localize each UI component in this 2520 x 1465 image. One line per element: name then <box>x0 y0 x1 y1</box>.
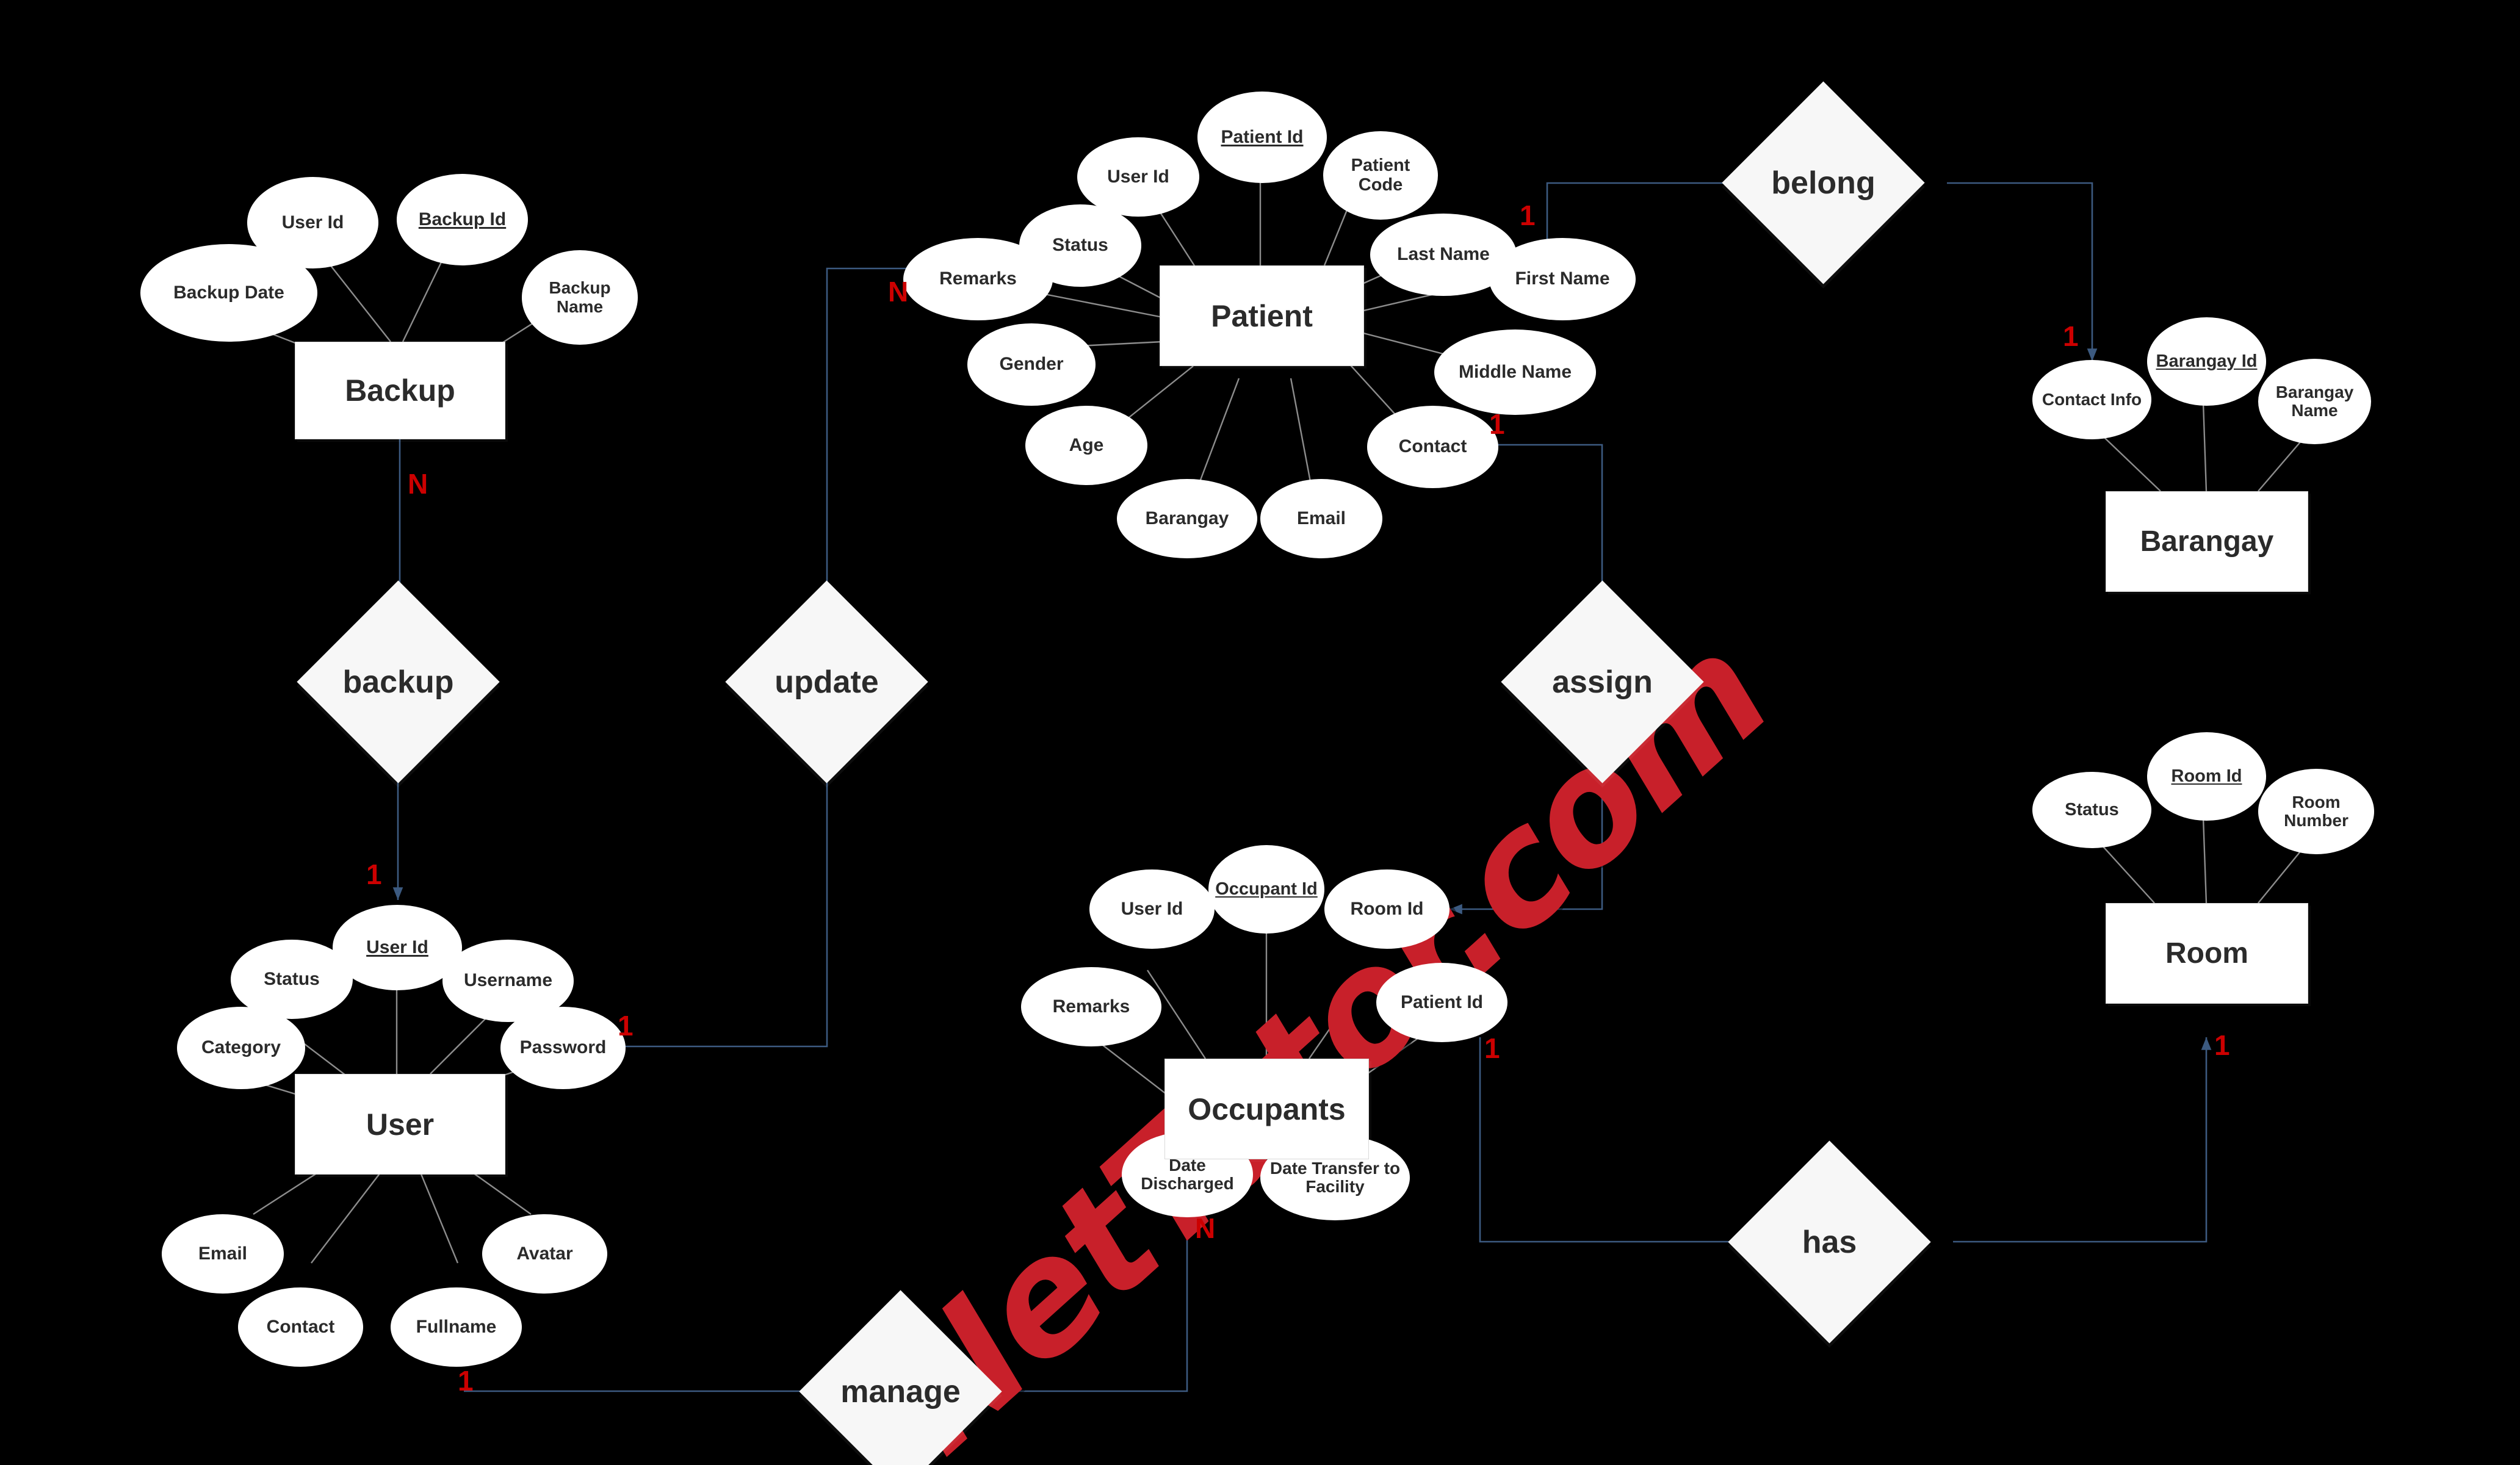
attribute-occupants-patient-id: Patient Id <box>1376 963 1507 1042</box>
entity-backup: Backup <box>295 342 505 439</box>
relationship-label: update <box>774 664 879 700</box>
cardinality-occupants-datedischarged-n: N <box>1195 1212 1216 1244</box>
relationship-backup: backup <box>297 580 500 783</box>
cardinality-patient-firstname-1: 1 <box>1520 200 1536 231</box>
edge-manage-rel-to-occupants <box>1019 1193 1193 1392</box>
attribute-patient-user-id: User Id <box>1077 137 1199 217</box>
cardinality-patient-contact-1: 1 <box>1489 408 1505 440</box>
relationship-label: has <box>1802 1224 1857 1260</box>
er-diagram-canvas: iNetTutor.com Backup Date User Id Backup… <box>0 0 2520 1465</box>
attribute-backup-id: Backup Id <box>397 174 528 265</box>
cardinality-patient-remarks-n: N <box>888 276 909 308</box>
attribute-patient-status: Status <box>1019 204 1141 287</box>
relationship-label: belong <box>1771 165 1876 201</box>
attribute-occupants-user-id: User Id <box>1089 869 1215 949</box>
relationship-label: manage <box>840 1373 961 1409</box>
attribute-patient-code: Patient Code <box>1323 131 1438 220</box>
relationship-has: has <box>1728 1140 1931 1344</box>
edge-user-to-update-rel <box>616 717 832 1048</box>
cardinality-occupants-roomid-1: 1 <box>1484 1032 1500 1064</box>
attribute-user-password: Password <box>500 1007 626 1089</box>
relationship-assign: assign <box>1501 580 1704 783</box>
attribute-occupant-id: Occupant Id <box>1208 845 1324 934</box>
edge-occupants-to-has-rel <box>1479 1037 1758 1247</box>
cardinality-barangay-contactinfo-1: 1 <box>2063 320 2079 352</box>
entity-occupants: Occupants <box>1164 1059 1369 1159</box>
edge-has-rel-to-room <box>1953 1037 2212 1243</box>
attribute-user-email: Email <box>162 1214 284 1294</box>
cardinality-user-password-1: 1 <box>618 1010 634 1042</box>
entity-user: User <box>295 1074 505 1175</box>
attribute-room-status: Status <box>2032 772 2151 848</box>
attribute-user-category: Category <box>177 1007 305 1089</box>
attribute-patient-barangay: Barangay <box>1117 479 1257 558</box>
attribute-patient-id: Patient Id <box>1197 92 1327 183</box>
attribute-user-contact: Contact <box>238 1287 363 1367</box>
relationship-belong: belong <box>1722 81 1925 284</box>
entity-barangay: Barangay <box>2106 491 2308 592</box>
attribute-patient-email: Email <box>1260 479 1382 558</box>
relationship-label: assign <box>1552 664 1653 700</box>
attribute-patient-gender: Gender <box>967 323 1096 406</box>
entity-room: Room <box>2106 903 2308 1004</box>
cardinality-backup-n: N <box>408 468 428 500</box>
cardinality-room-has-1: 1 <box>2214 1029 2230 1061</box>
attribute-barangay-id: Barangay Id <box>2147 317 2266 406</box>
attribute-user-avatar: Avatar <box>482 1214 607 1294</box>
entity-patient: Patient <box>1160 265 1364 366</box>
relationship-label: backup <box>342 664 454 700</box>
attribute-backup-name: Backup Name <box>522 250 638 345</box>
attribute-user-fullname: Fullname <box>391 1287 522 1367</box>
attribute-barangay-contact-info: Contact Info <box>2032 360 2151 439</box>
attribute-patient-first-name: First Name <box>1489 238 1636 320</box>
attribute-barangay-name: Barangay Name <box>2258 359 2371 444</box>
relationship-update: update <box>725 580 928 783</box>
attribute-occupants-remarks: Remarks <box>1021 967 1161 1046</box>
attribute-patient-contact: Contact <box>1367 406 1498 488</box>
relationship-manage: manage <box>799 1290 1002 1465</box>
attribute-backup-user-id: User Id <box>247 177 378 268</box>
attribute-occupants-room-id: Room Id <box>1324 869 1450 949</box>
cardinality-user-manage-1: 1 <box>458 1365 474 1397</box>
attribute-room-number: Room Number <box>2258 769 2374 854</box>
edge-update-rel-to-patient <box>826 263 937 632</box>
attribute-patient-age: Age <box>1025 406 1147 485</box>
cardinality-backup-user-1: 1 <box>366 858 382 890</box>
attribute-patient-middle-name: Middle Name <box>1434 329 1596 415</box>
attribute-room-id: Room Id <box>2147 732 2266 821</box>
